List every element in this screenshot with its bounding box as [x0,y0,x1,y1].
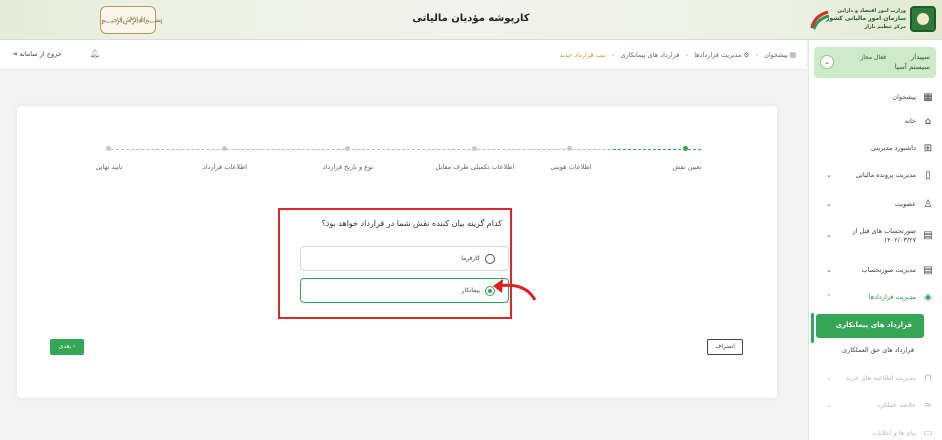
home-icon: ⌂ [924,116,932,127]
role-question: کدام گزینه بیان کننده نقش شما در قرارداد… [321,219,502,228]
chevron-down-icon: ⌄ [826,374,832,382]
organization-logo: وزارت امور اقتصاد و دارایی سازمان امور م… [824,4,936,36]
logout-button[interactable]: ⇥ خروج از سامانه [12,50,62,58]
page-title: کارپوشه مؤدیان مالیاتی [412,13,530,24]
user-card[interactable]: سپیدار سیستم آسیا فعال مجاز ⌄ [814,47,936,78]
bell-icon[interactable]: 🔔︎ [90,49,100,58]
user-status: فعال مجاز [860,54,886,61]
step-dot-6 [106,146,111,151]
chart-icon: ≈ [923,400,933,411]
sidebar-item-membership[interactable]: ♙ عضویت ⌄ [814,195,942,215]
option-contractor[interactable]: پیمانکار [300,278,509,303]
org-line-3: مرکز تنظیم بازار [864,24,906,30]
sidebar-item-performance[interactable]: ≈ خلاصه عملکرد ⌄ [814,396,942,416]
step-dot-5 [222,146,227,151]
sidebar-item-invoice-management[interactable]: ▤ مدیریت صورتحساب ⌄ [814,261,942,281]
dashboard-icon: ▦ [923,92,933,103]
breadcrumb: ▤ پیشخوان ‹ ⚙ مدیریت قراردادها ‹ قرارداد… [559,51,797,59]
step-dot-3 [472,146,477,151]
contract-wizard-card: تعیین نقش اطلاعات هویتی اطلاعات تکمیلی ط… [17,106,777,398]
breadcrumb-bar: ⇥ خروج از سامانه 🔔︎ ▤ پیشخوان ‹ ⚙ مدیریت… [0,40,806,70]
step-label-final: تایید نهایی [95,163,123,171]
next-button[interactable]: بعدی › [50,339,84,355]
emblem-icon [910,6,936,32]
stepper-line [106,149,701,150]
role-question-box: کدام گزینه بیان کننده نقش شما در قرارداد… [278,208,512,319]
sidebar-item-purchase-notices[interactable]: ⊓ مدیریت اطلاعیه های خرید ⌄ [814,369,942,389]
chevron-down-icon[interactable]: ⌄ [820,55,834,69]
invoice-icon: ▤ [923,265,933,276]
step-label-contract-info: اطلاعات قرارداد [202,163,248,171]
cancel-button[interactable]: انصراف [707,339,743,355]
chevron-down-icon: ⌄ [826,401,832,409]
org-line-2: سازمان امور مالیاتی کشور [825,15,906,22]
breadcrumb-item-contracts[interactable]: مدیریت قراردادها [694,51,741,59]
sidebar-item-dashboard[interactable]: ▦ پیشخوان [814,88,942,108]
breadcrumb-item-current: ثبت قرارداد جدید [559,51,606,59]
breadcrumb-item-dashboard[interactable]: پیشخوان [764,51,788,59]
user-name: سپیدار سیستم آسیا [894,53,930,71]
dashboard-icon: ▤ [789,51,796,59]
sidebar-item-contracts[interactable]: ◈ مدیریت قراردادها ⌃ [814,288,942,308]
invoice-icon: ▤ [923,230,933,241]
sidebar-subitem-commission[interactable]: قرارداد های حق العملکاری [842,346,914,354]
step-dot-1 [683,146,688,151]
sidebar-item-old-invoices[interactable]: ▤ صورتحساب های قبل از ۱۴۰۲/۰۳/۲۷ ⌄ [814,226,942,246]
settings-icon: ⚙ [743,51,750,59]
step-label-counterparty: اطلاعات تکمیلی طرف مقابل [435,163,515,171]
red-arrow-icon [493,279,537,301]
chevron-up-icon: ⌃ [826,293,832,301]
chevron-down-icon: ⌄ [826,266,832,274]
sidebar-item-tax-file[interactable]: ▯ مدیریت پرونده مالیاتی ⌄ [814,166,942,186]
message-icon: ▭ [923,428,933,439]
step-label-role: تعیین نقش [672,163,702,171]
step-label-identity: اطلاعات هویتی [550,163,592,171]
grid-icon: ⊞ [923,143,933,154]
bag-icon: ⊓ [924,373,932,384]
sidebar-item-home[interactable]: ⌂ خانه [814,112,942,132]
radio-employer[interactable] [485,254,495,264]
chevron-down-icon: ⌄ [826,171,832,179]
chevron-down-icon: ⌄ [826,200,832,208]
user-icon: ♙ [923,199,933,210]
file-icon: ▯ [925,170,931,181]
sidebar-item-messages[interactable]: ▭ پیام ها و اعلانات [814,424,942,440]
sidebar-scrollbar[interactable] [811,313,814,343]
sidebar: سپیدار سیستم آسیا فعال مجاز ⌄ ▦ پیشخوان … [808,40,942,440]
breadcrumb-item-contractor[interactable]: قرارداد های پیمانکاری [620,51,679,59]
chevron-down-icon: ⌄ [826,231,832,239]
step-label-contract-type: نوع و تاریخ قرارداد [322,163,374,171]
step-dot-2 [567,146,572,151]
contract-icon: ◈ [924,292,932,303]
sidebar-item-management-dashboard[interactable]: ⊞ داشبورد مدیریتی [814,139,942,159]
logout-icon: ⇥ [12,50,18,58]
step-dot-4 [345,146,350,151]
chevron-left-icon: › [72,343,76,350]
org-line-1: وزارت امور اقتصاد و دارایی [837,8,906,14]
sidebar-subitem-contractor[interactable]: قرارداد های پیمانکاری [816,314,924,338]
top-header: ﷽ کارپوشه مؤدیان مالیاتی وزارت امور اقتص… [0,0,942,40]
option-employer[interactable]: کارفرما [300,246,509,271]
